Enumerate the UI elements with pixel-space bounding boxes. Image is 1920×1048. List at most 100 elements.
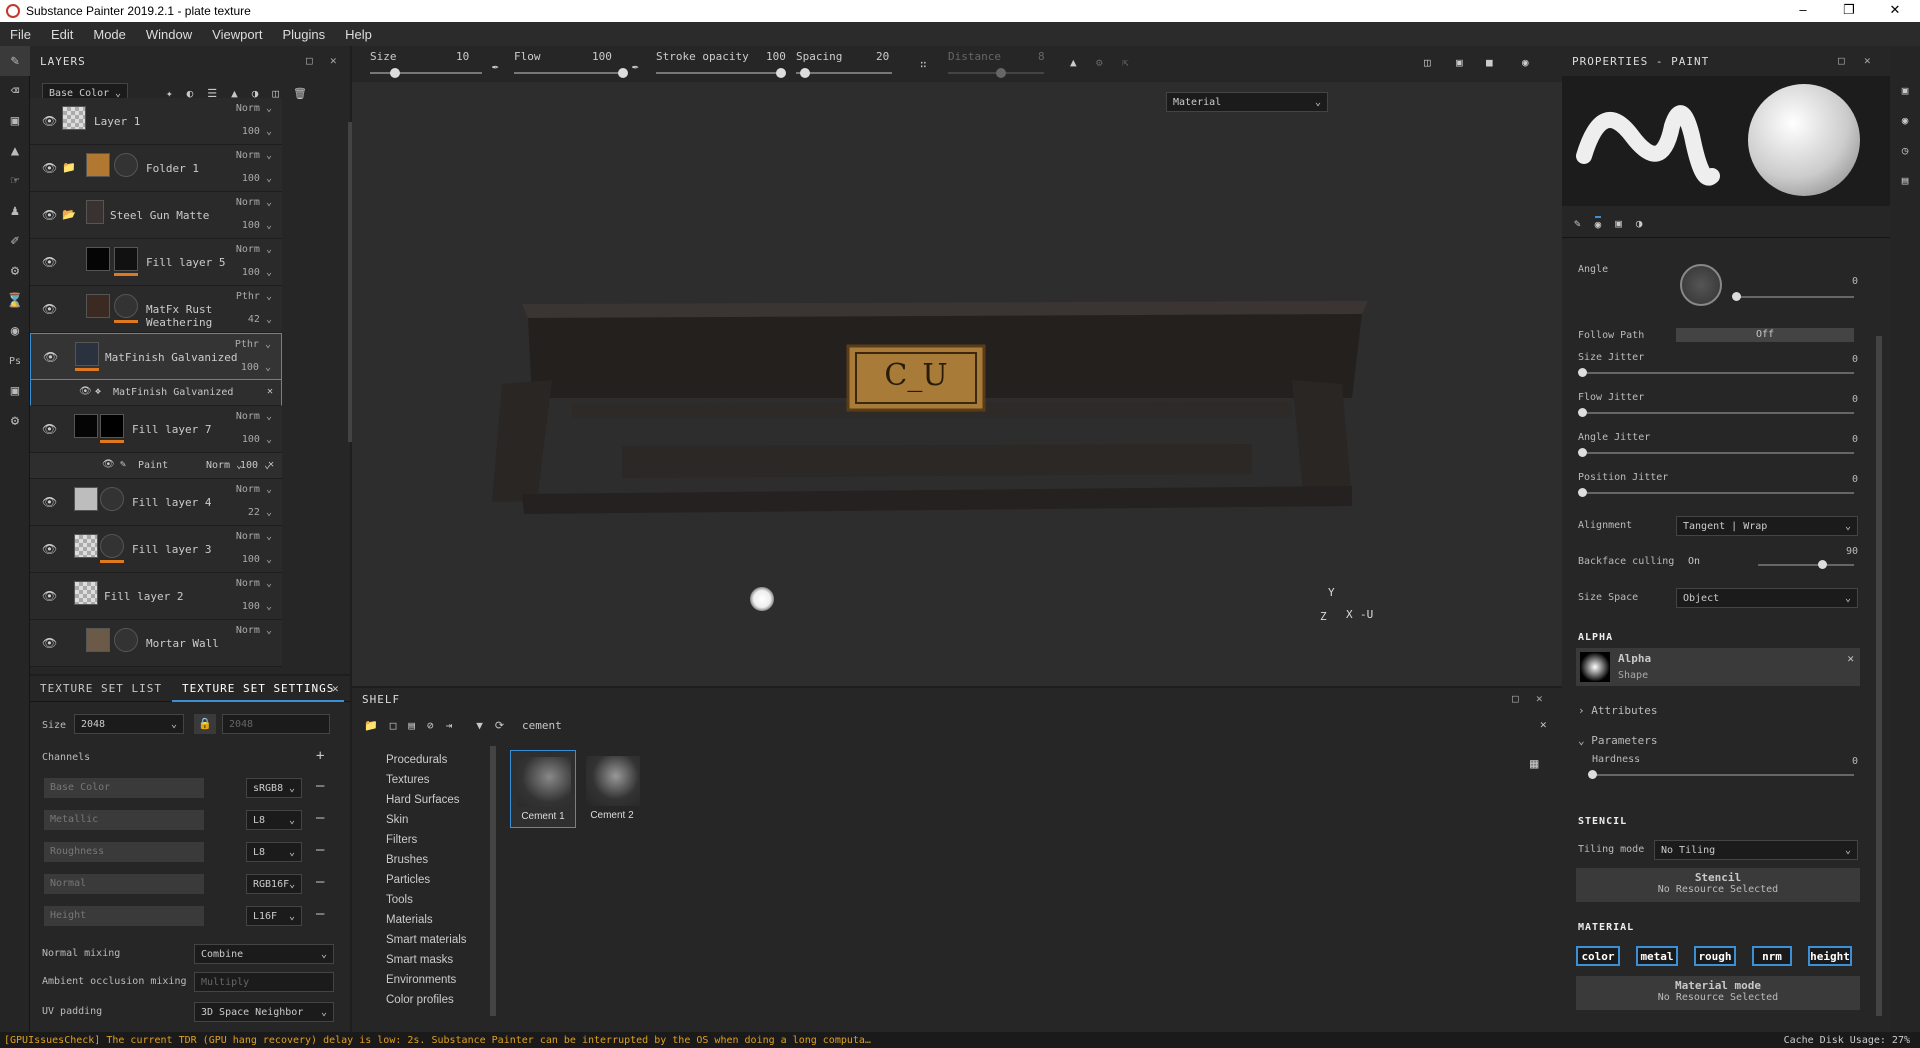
photoshop-icon[interactable]: Ps	[0, 346, 30, 376]
size-select[interactable]: 2048 ⌄	[74, 714, 184, 734]
shelf-item[interactable]: Cement 2	[580, 750, 646, 828]
smudge-icon[interactable]: ☞	[0, 166, 30, 196]
shelf-category[interactable]: Filters	[386, 834, 417, 846]
stroke-opacity-value[interactable]: 100	[766, 50, 786, 63]
alignment-select[interactable]: Tangent | Wrap ⌄	[1676, 516, 1858, 536]
brush-tab-icon[interactable]: ✎	[1574, 217, 1581, 230]
layer-row-selected[interactable]: 👁 MatFinish Galvanized Pthr ⌄ 100 ⌄	[30, 333, 282, 380]
slider-handle[interactable]	[776, 68, 786, 78]
layer-row[interactable]: 👁 Fill layer 7 Norm ⌄ 100 ⌄	[30, 406, 282, 453]
shelf-category[interactable]: Procedurals	[386, 754, 447, 766]
position-jitter-slider[interactable]	[1578, 488, 1854, 497]
tab-texture-set-settings[interactable]: TEXTURE SET SETTINGS	[171, 676, 345, 702]
close-window-button[interactable]: ✕	[1872, 0, 1918, 22]
attributes-expander[interactable]: › Attributes	[1578, 704, 1657, 717]
shelf-category[interactable]: Particles	[386, 874, 430, 886]
remove-channel-icon[interactable]: –	[316, 842, 324, 858]
remove-channel-icon[interactable]: –	[316, 810, 324, 826]
flow-slider[interactable]	[514, 68, 628, 78]
slider-handle[interactable]	[1578, 488, 1587, 497]
layer-opacity[interactable]: 22 ⌄	[248, 507, 272, 518]
ao-mixing-select[interactable]: Multiply	[194, 972, 334, 992]
channel-format[interactable]: L16F ⌄	[246, 906, 302, 926]
eye-icon[interactable]: 👁	[42, 542, 57, 556]
projection-icon[interactable]: ▣	[0, 106, 30, 136]
layer-row[interactable]: 👁 MatFx Rust Weathering Pthr ⌄ 42 ⌄	[30, 286, 282, 333]
folder-icon[interactable]: 📁	[364, 719, 378, 732]
shelf-category[interactable]: Tools	[386, 894, 413, 906]
material-tab-icon[interactable]: ◑	[1636, 217, 1643, 230]
eye-icon[interactable]: 👁	[42, 589, 57, 603]
float-panel-icon[interactable]: □	[1512, 692, 1520, 705]
angle-dial[interactable]	[1680, 264, 1722, 306]
new-icon[interactable]: □	[390, 719, 397, 732]
layer-row[interactable]: 👁 📂 Steel Gun Matte Norm ⌄ 100 ⌄	[30, 192, 282, 239]
chip-rough[interactable]: rough	[1694, 946, 1736, 966]
paint-opacity[interactable]: 100 ⌄	[240, 460, 270, 471]
blend-mode[interactable]: Norm ⌄	[236, 244, 272, 255]
slider-handle[interactable]	[800, 68, 810, 78]
blend-mode[interactable]: Norm ⌄	[236, 484, 272, 495]
color-picker-icon[interactable]: ✐	[0, 226, 30, 256]
size-slider[interactable]	[370, 68, 482, 78]
remove-channel-icon[interactable]: –	[316, 778, 324, 794]
blend-mode[interactable]: Norm ⌄	[236, 625, 272, 636]
pen-pressure-icon[interactable]: ✒	[632, 60, 639, 73]
follow-path-toggle[interactable]: Off	[1676, 328, 1854, 342]
eye-icon[interactable]: 👁	[42, 636, 57, 650]
eye-icon[interactable]: 👁	[42, 114, 57, 128]
parameters-expander[interactable]: ⌄ Parameters	[1578, 734, 1657, 747]
display-settings-icon[interactable]: ◉	[1890, 106, 1920, 136]
alpha-tab-icon[interactable]: ◉	[1594, 216, 1602, 231]
menu-help[interactable]: Help	[335, 27, 382, 42]
lazy-mouse-icon[interactable]: ∷	[920, 58, 927, 71]
close-panel-icon[interactable]: ✕	[330, 54, 338, 67]
transform-icon[interactable]: ⇱	[1122, 56, 1129, 69]
shelf-category[interactable]: Materials	[386, 914, 433, 926]
layer-opacity[interactable]: 100 ⌄	[242, 554, 272, 565]
layer-opacity[interactable]: 100 ⌄	[242, 220, 272, 231]
chip-nrm[interactable]: nrm	[1752, 946, 1792, 966]
size2-input[interactable]: 2048	[222, 714, 330, 734]
eraser-icon[interactable]: ⌫	[0, 76, 30, 106]
paint-blend[interactable]: Norm ⌄	[206, 460, 242, 471]
float-panel-icon[interactable]: □	[306, 54, 314, 67]
blend-mode[interactable]: Norm ⌄	[236, 578, 272, 589]
log-icon[interactable]: ▤	[1890, 166, 1920, 196]
paint-brush-icon[interactable]: ✎	[0, 46, 30, 76]
size-value[interactable]: 10	[456, 50, 469, 63]
angle-slider[interactable]	[1732, 292, 1854, 301]
eye-icon[interactable]: 👁	[42, 255, 57, 269]
slider-handle[interactable]	[1578, 408, 1587, 417]
layer-opacity[interactable]: 100 ⌄	[242, 601, 272, 612]
screenshot-icon[interactable]: ◉	[1522, 56, 1529, 69]
remove-channel-icon[interactable]: –	[316, 906, 324, 922]
symmetry-icon[interactable]: ▲	[1070, 56, 1077, 69]
blend-mode[interactable]: Norm ⌄	[236, 103, 272, 114]
shelf-category[interactable]: Hard Surfaces	[386, 794, 460, 806]
gear-icon[interactable]: ⚙	[0, 406, 30, 436]
spacing-value[interactable]: 20	[876, 50, 889, 63]
bake-icon[interactable]: ⌛	[0, 286, 30, 316]
slider-handle[interactable]	[996, 68, 1006, 78]
angle-jitter-slider[interactable]	[1578, 448, 1854, 457]
eye-icon[interactable]: 👁	[42, 161, 57, 175]
flow-jitter-value[interactable]: 0	[1852, 394, 1858, 405]
blend-mode[interactable]: Pthr ⌄	[236, 291, 272, 302]
remove-effect-icon[interactable]: ✕	[268, 459, 274, 470]
size-jitter-slider[interactable]	[1578, 368, 1854, 377]
list-icon[interactable]: ▤	[408, 719, 415, 732]
shelf-category[interactable]: Smart materials	[386, 934, 467, 946]
eye-icon[interactable]: 👁	[43, 350, 58, 364]
menu-viewport[interactable]: Viewport	[202, 27, 272, 42]
hardness-slider[interactable]	[1588, 770, 1854, 779]
blend-mode[interactable]: Norm ⌄	[236, 150, 272, 161]
pen-pressure-icon[interactable]: ✒	[492, 60, 499, 73]
blend-mode[interactable]: Norm ⌄	[236, 197, 272, 208]
filter-icon[interactable]: ▼	[476, 719, 483, 732]
screenshot-icon[interactable]: ▣	[0, 376, 30, 406]
flow-jitter-slider[interactable]	[1578, 408, 1854, 417]
layer-row[interactable]: 👁 Fill layer 3 Norm ⌄ 100 ⌄	[30, 526, 282, 573]
split-view-icon[interactable]: ◫	[1424, 56, 1431, 69]
blend-mode[interactable]: Pthr ⌄	[235, 339, 271, 350]
